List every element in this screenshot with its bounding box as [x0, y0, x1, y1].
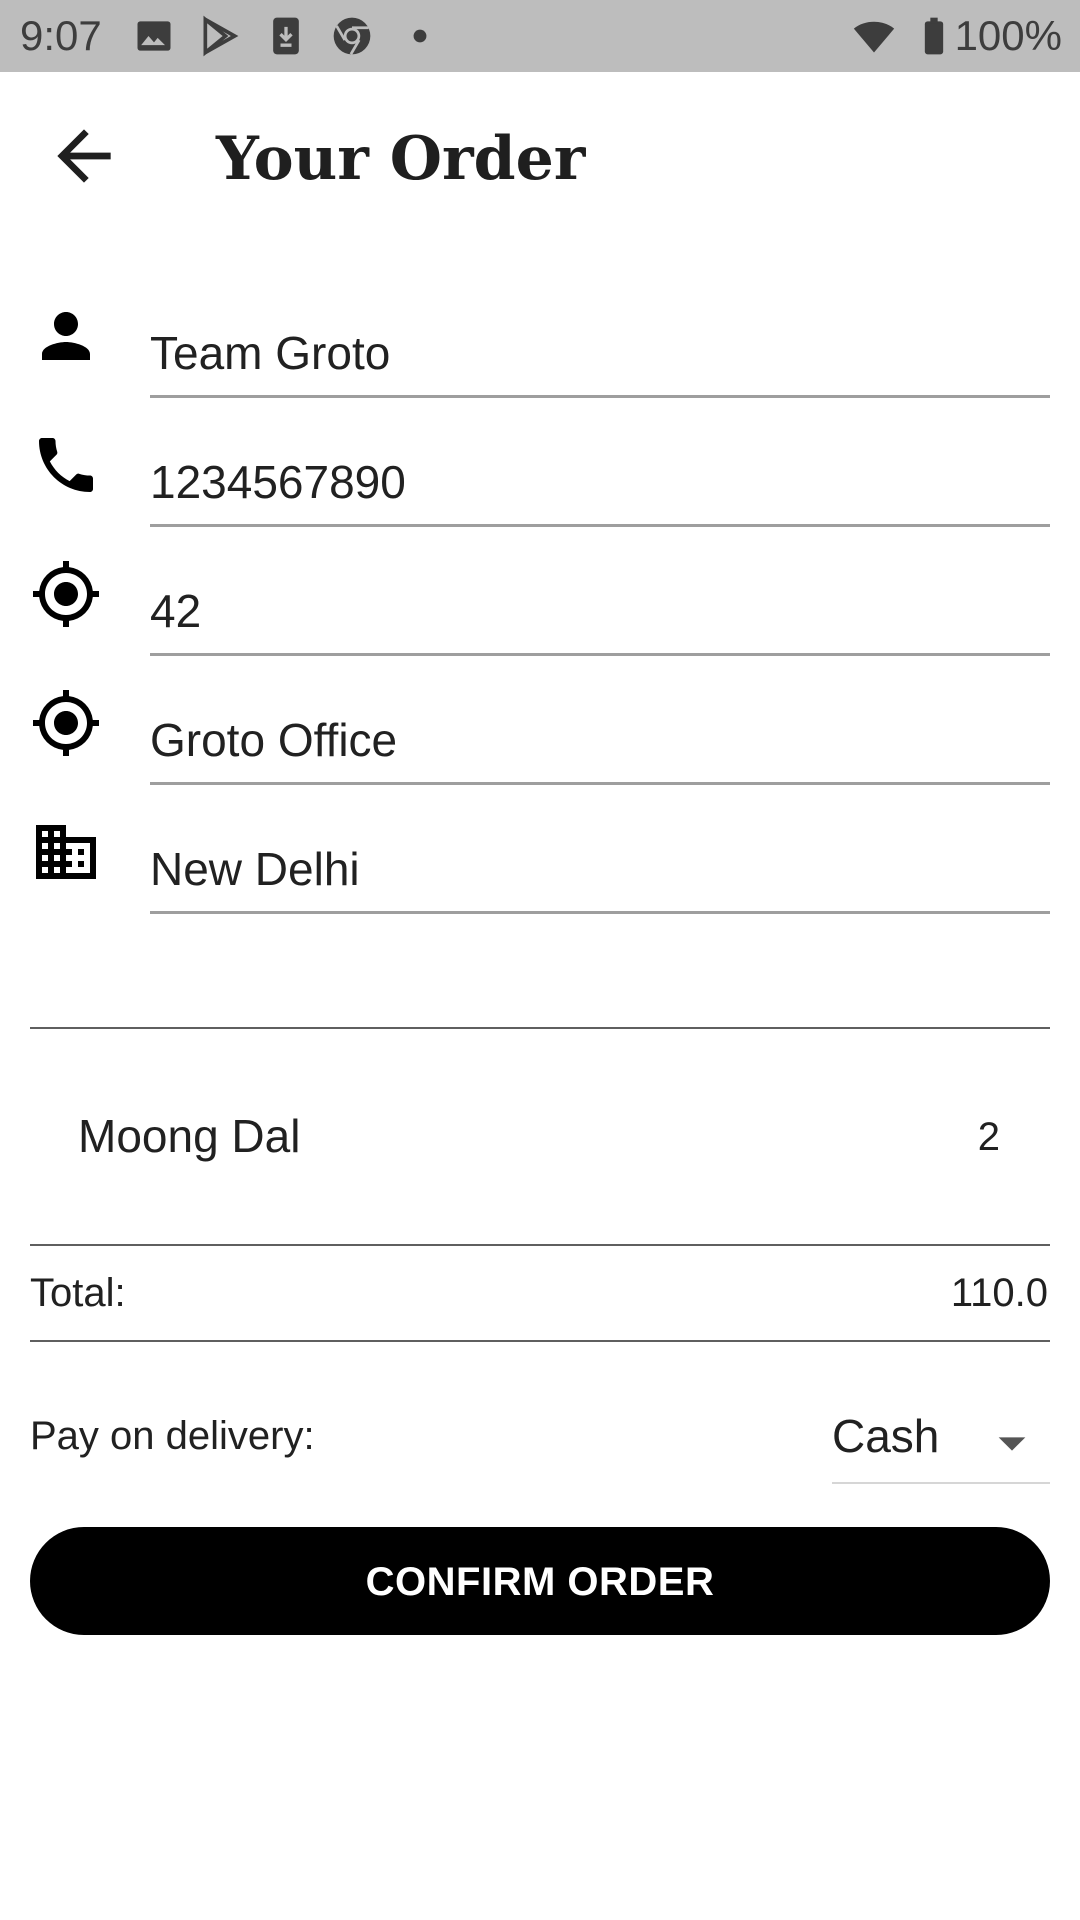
total-value: 110.0: [950, 1271, 1048, 1315]
city-row: [0, 786, 1080, 915]
arrow-drop-down-icon: [992, 1424, 1032, 1464]
divider-middle: [30, 1244, 1050, 1246]
locality-field[interactable]: [150, 657, 1050, 785]
location-target-icon: [30, 687, 102, 759]
payment-method-value: Cash: [832, 1410, 940, 1462]
person-icon: [30, 300, 102, 372]
phone-row: [0, 399, 1080, 528]
chrome-icon: [330, 14, 374, 58]
order-item-name: Moong Dal: [78, 1110, 301, 1162]
back-button[interactable]: [44, 116, 124, 196]
battery-icon: [912, 14, 956, 58]
city-icon: [30, 816, 102, 888]
house-field[interactable]: [150, 528, 1050, 656]
total-label: Total:: [30, 1271, 126, 1315]
order-screen: 9:07 100% Your Order Team Groto 12345678…: [0, 0, 1080, 1920]
battery-percent: 100%: [954, 12, 1062, 59]
name-field[interactable]: [150, 270, 1050, 398]
arrow-back-icon: [57, 129, 111, 183]
dot-icon: [398, 14, 442, 58]
app-bar: Your Order: [0, 72, 1080, 242]
payment-method-dropdown[interactable]: Cash: [832, 1398, 1050, 1484]
status-bar: 9:07 100%: [0, 0, 1080, 72]
confirm-order-button[interactable]: CONFIRM ORDER: [30, 1527, 1050, 1635]
phone-icon: [30, 429, 102, 501]
location-target-icon: [30, 558, 102, 630]
order-item-qty: 2: [977, 1115, 1000, 1159]
pay-on-delivery-label: Pay on delivery:: [30, 1414, 315, 1458]
image-icon: [132, 14, 176, 58]
status-time: 9:07: [20, 12, 102, 59]
divider-top: [30, 1027, 1050, 1029]
house-row: [0, 528, 1080, 657]
wifi-icon: [852, 14, 896, 58]
locality-row: [0, 657, 1080, 786]
play-store-icon: [198, 14, 242, 58]
divider-bottom: [30, 1340, 1050, 1342]
page-title: Your Order: [216, 124, 586, 194]
name-row: [0, 270, 1080, 399]
city-field[interactable]: [150, 786, 1050, 914]
phone-field[interactable]: [150, 399, 1050, 527]
download-icon: [264, 14, 308, 58]
